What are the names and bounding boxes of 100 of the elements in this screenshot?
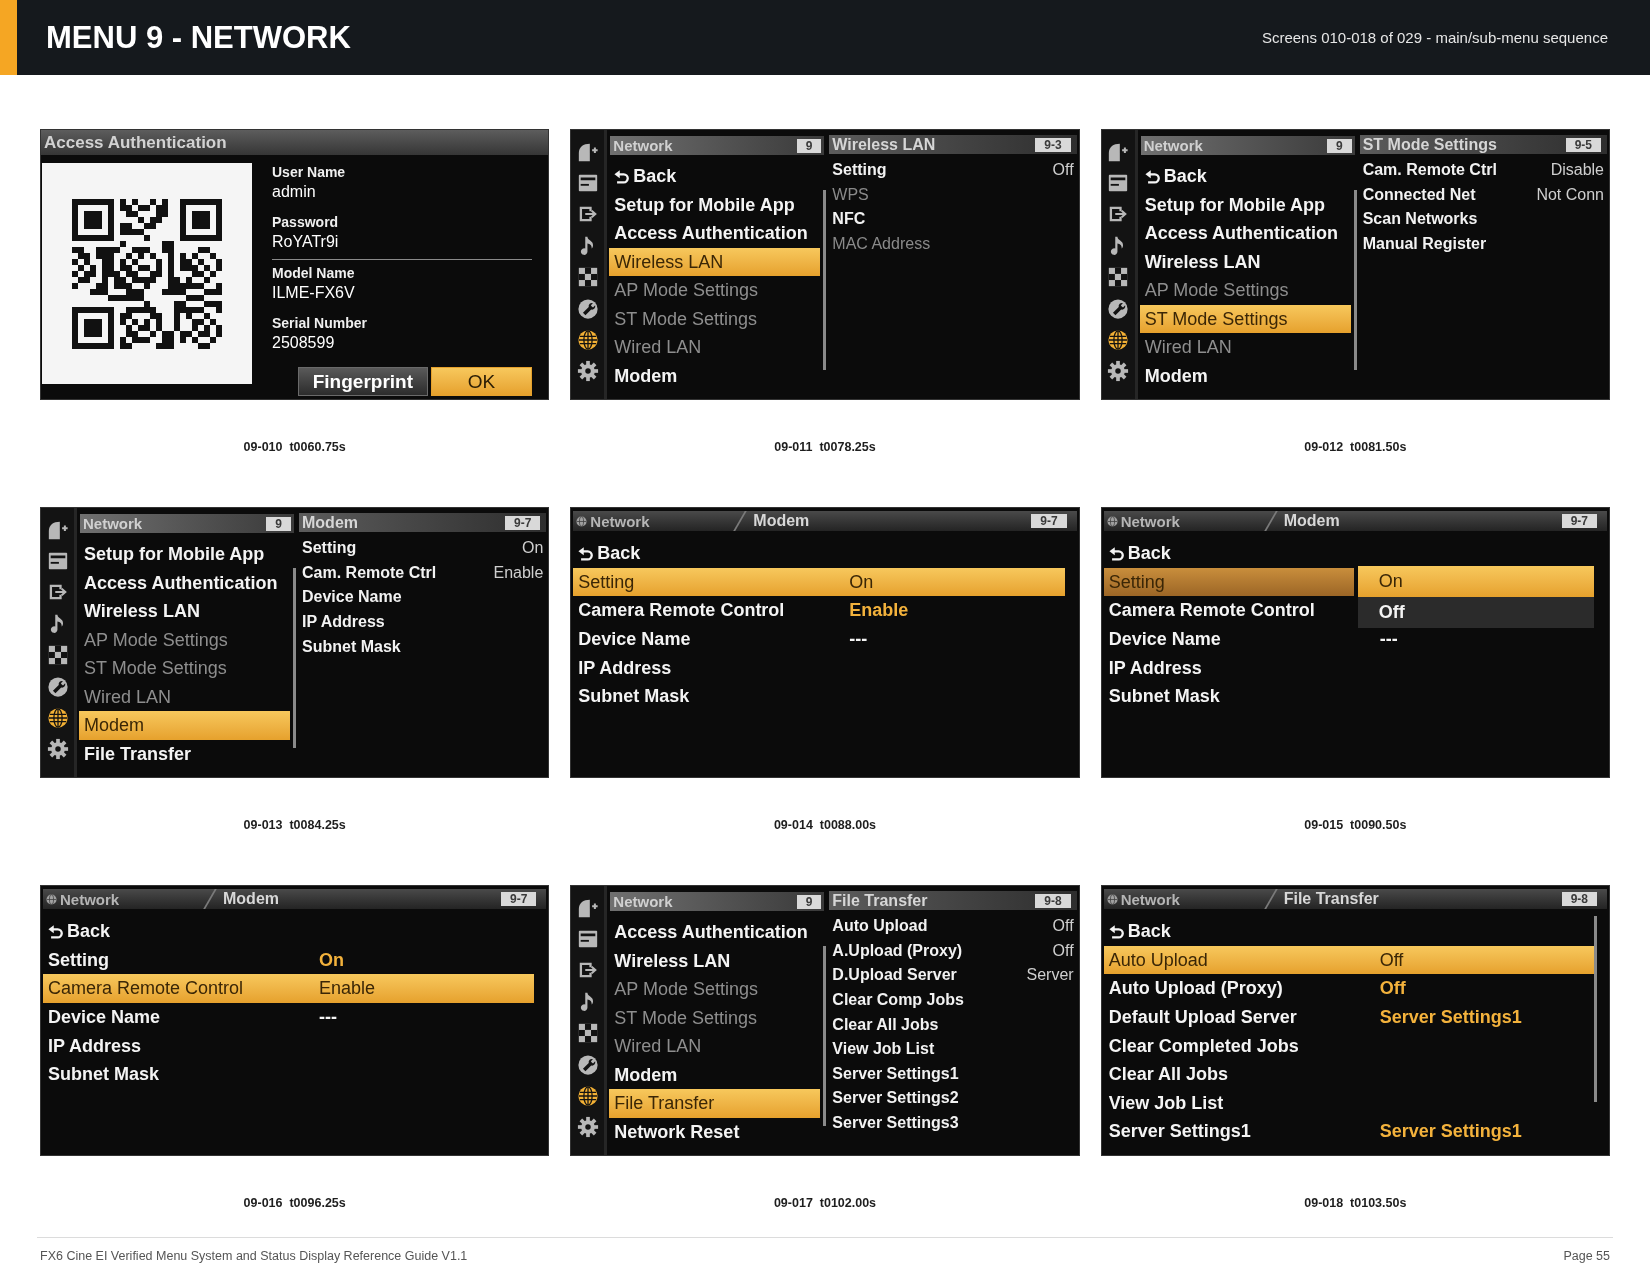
menu-item[interactable]: View Job List [832, 1036, 935, 1062]
globe-icon [46, 893, 57, 905]
wrench-icon[interactable] [576, 297, 599, 320]
gear-icon[interactable] [1107, 360, 1130, 383]
menu-item[interactable]: Wireless LAN [609, 247, 821, 276]
wrench-icon[interactable] [46, 675, 69, 698]
menu-item[interactable]: Camera Remote Control Enable [573, 596, 914, 625]
menu-item[interactable]: Access Authentication [609, 918, 813, 947]
menu-item[interactable]: Wireless LAN [79, 597, 205, 626]
menu-item[interactable]: Setting Off [832, 158, 1074, 183]
menu-item[interactable]: Setting On [573, 567, 1065, 597]
checkerboard-icon[interactable] [1107, 266, 1130, 289]
menu-item[interactable]: IP Address [302, 609, 385, 635]
menu-item[interactable]: Server Settings2 [832, 1086, 959, 1111]
menu-item[interactable]: IP Address [1103, 653, 1207, 682]
menu-item[interactable]: Clear All Jobs [1103, 1059, 1234, 1089]
menu-item[interactable]: D.Upload Server Server [832, 963, 1074, 988]
menu-item[interactable]: Auto Upload Off [832, 914, 1074, 939]
gear-icon[interactable] [46, 738, 69, 761]
menu-item[interactable]: Clear Comp Jobs [832, 987, 964, 1013]
menu-item[interactable]: Setup for Mobile App [609, 190, 800, 219]
page-badge: 9-5 [1565, 137, 1601, 152]
menu-item[interactable]: Back [1103, 539, 1176, 568]
menu-item[interactable]: Subnet Mask [43, 1059, 165, 1089]
menu-item[interactable]: Clear All Jobs [832, 1012, 939, 1037]
page-badge: 9 [796, 138, 822, 153]
menu-item[interactable]: Setting On [43, 945, 349, 975]
menu-item[interactable]: IP Address [573, 653, 677, 682]
menu-item[interactable]: Device Name --- [573, 624, 873, 654]
menu-item[interactable]: Scan Networks [1362, 207, 1478, 232]
gear-icon[interactable] [576, 360, 599, 383]
menu-item[interactable]: IP Address [43, 1031, 147, 1060]
menu-item[interactable]: Setup for Mobile App [1139, 190, 1330, 219]
auth-button[interactable]: Fingerprint [297, 367, 428, 396]
menu-value: Server [1026, 967, 1074, 984]
menu-item[interactable]: Modem [79, 711, 290, 740]
menu-item[interactable]: Clear Completed Jobs [1103, 1031, 1304, 1060]
menu-item[interactable]: A.Upload (Proxy) Off [832, 938, 1074, 964]
globe-icon[interactable] [576, 329, 599, 352]
menu-item[interactable]: View Job List [1103, 1088, 1229, 1118]
menu-item[interactable]: Device Name [302, 585, 402, 610]
menu-item[interactable]: Cam. Remote Ctrl Enable [302, 560, 544, 586]
menu-item[interactable]: File Transfer [609, 1089, 821, 1118]
globe-icon[interactable] [1107, 329, 1130, 352]
screen-caption: 09-018 t0103.50s [1304, 1195, 1407, 1211]
menu-item[interactable]: Wireless LAN [609, 946, 736, 975]
menu-item[interactable]: Back [1139, 162, 1212, 191]
menu-item[interactable]: Access Authentication [1139, 219, 1344, 248]
menu-item[interactable]: NFC [832, 207, 866, 232]
menu-item[interactable]: Network Reset [609, 1117, 745, 1146]
checkerboard-icon[interactable] [576, 1022, 599, 1045]
menu-item[interactable]: Setup for Mobile App [79, 540, 270, 569]
menu-item[interactable]: Back [43, 917, 116, 946]
menu-item[interactable]: Subnet Mask [573, 681, 695, 711]
menu-item[interactable]: Connected Net Not Conn [1362, 182, 1604, 208]
wrench-icon[interactable] [576, 1053, 599, 1076]
menu-item[interactable]: Device Name --- [43, 1002, 342, 1032]
menu-item[interactable]: Back [1103, 917, 1176, 946]
menu-item[interactable]: Access Authentication [79, 568, 283, 597]
wrench-icon[interactable] [1107, 297, 1130, 320]
menu-value: --- [319, 1008, 337, 1027]
menu-item[interactable]: Back [573, 539, 646, 568]
menu-item[interactable]: Camera Remote Control Enable [43, 974, 535, 1003]
back-arrow-icon [1144, 168, 1160, 184]
menu-item[interactable]: Manual Register [1362, 231, 1487, 257]
checkerboard-icon[interactable] [576, 266, 599, 289]
menu-item[interactable]: Modem [609, 1060, 683, 1089]
menu-item[interactable]: Setting [1103, 567, 1354, 597]
menu-item[interactable]: Auto Upload Off [1103, 945, 1595, 975]
menu-item[interactable]: Access Authentication [609, 219, 813, 248]
footer-text: FX6 Cine EI Verified Menu System and Status Display Reference Guide V1.1 [40, 1248, 468, 1264]
menu-item[interactable]: Auto Upload (Proxy) Off [1103, 974, 1411, 1003]
menu-item[interactable]: Subnet Mask [1103, 681, 1225, 711]
menu-section: Network [1120, 513, 1180, 529]
menu-item[interactable]: Subnet Mask [302, 634, 401, 659]
menu-item[interactable]: ST Mode Settings [1139, 304, 1351, 333]
menu-value: --- [849, 630, 868, 649]
menu-item[interactable]: Default Upload Server Server Settings1 [1103, 1002, 1527, 1032]
auth-button[interactable]: OK [431, 367, 532, 396]
menu-title: Modem [753, 513, 810, 529]
menu-item[interactable]: Setting On [302, 536, 544, 561]
menu-item[interactable]: Modem [609, 361, 683, 390]
gear-icon[interactable] [576, 1116, 599, 1139]
page-badge: 9 [1326, 138, 1352, 153]
menu-item[interactable]: Back [609, 162, 682, 191]
menu-value: Off [1379, 950, 1404, 969]
menu-item[interactable]: Cam. Remote Ctrl Disable [1362, 158, 1604, 183]
menu-title: File Transfer [832, 892, 928, 909]
menu-item[interactable]: Server Settings1 [832, 1061, 959, 1087]
menu-item[interactable]: Wireless LAN [1139, 247, 1266, 276]
menu-item[interactable]: Server Settings3 [832, 1110, 959, 1136]
menu-item[interactable]: File Transfer [79, 739, 197, 768]
menu-item[interactable]: Modem [1139, 361, 1213, 390]
menu-item[interactable]: Camera Remote Control [1103, 596, 1320, 625]
globe-icon[interactable] [576, 1085, 599, 1108]
checkerboard-icon[interactable] [46, 644, 69, 667]
page-badge: 9-8 [1561, 892, 1597, 906]
dropdown-option[interactable]: On [1357, 565, 1594, 597]
menu-item[interactable]: Server Settings1 Server Settings1 [1103, 1117, 1527, 1146]
globe-icon[interactable] [46, 707, 69, 730]
